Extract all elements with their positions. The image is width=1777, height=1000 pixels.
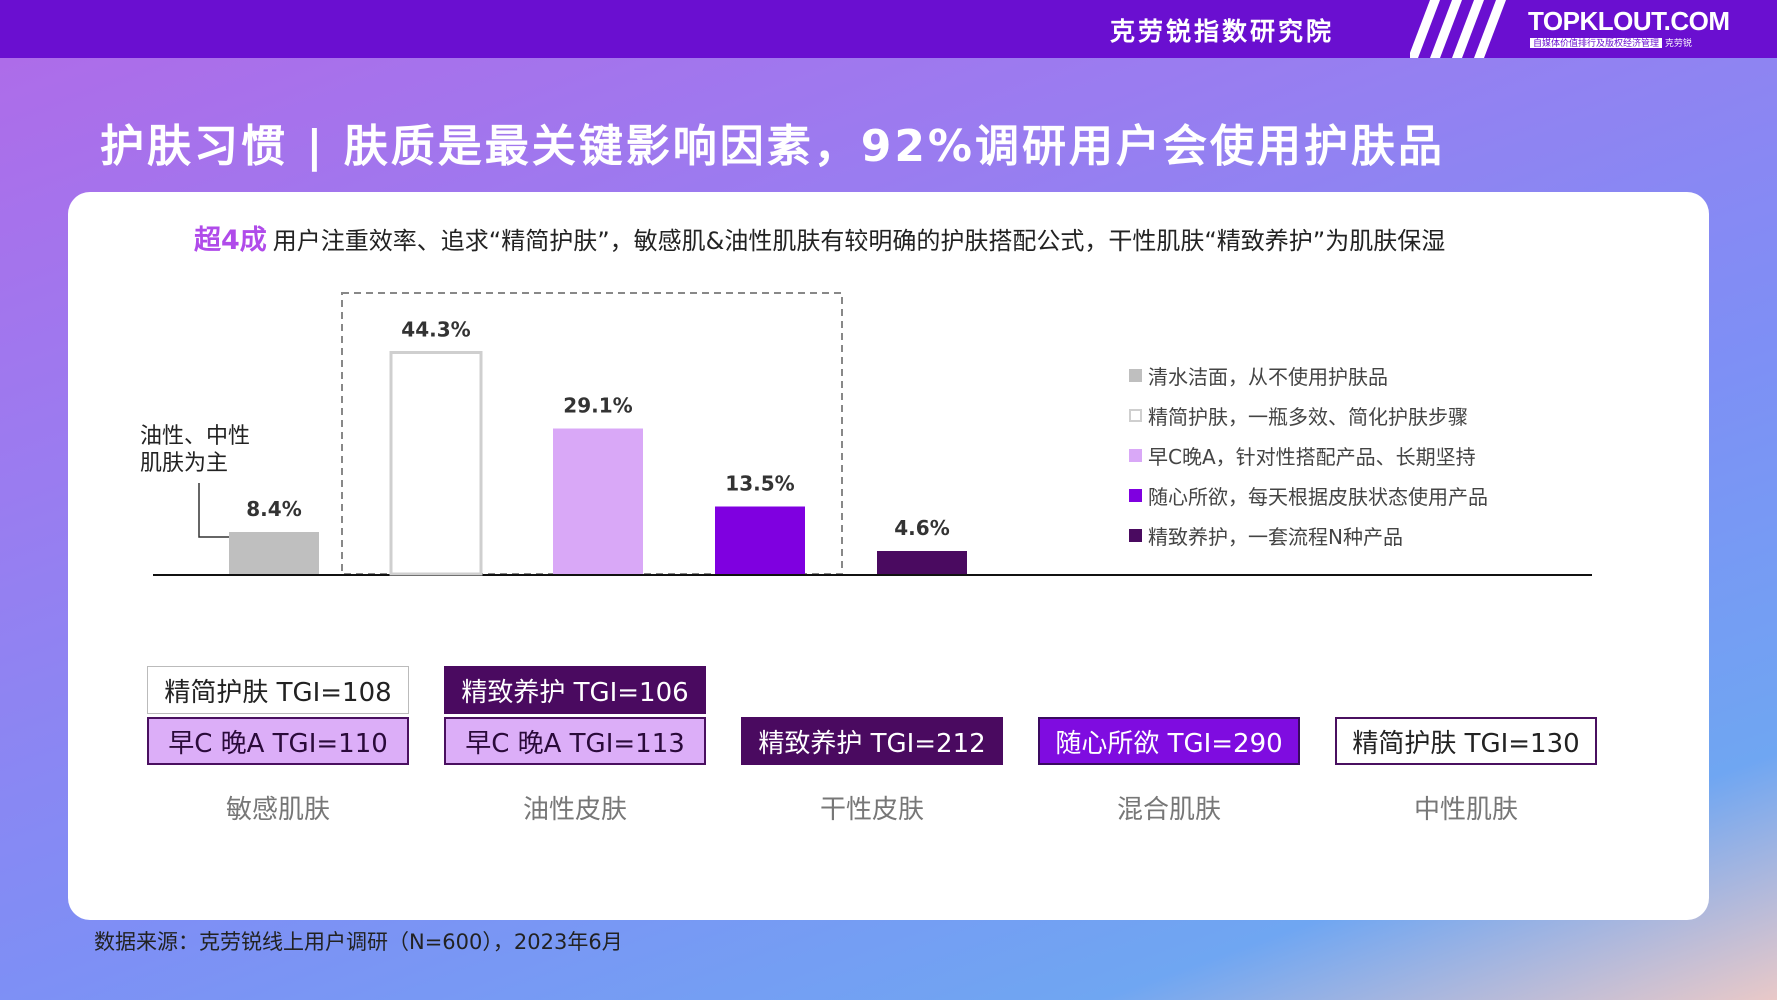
legend-item-1: 清水洁面，从不使用护肤品	[1129, 355, 1488, 395]
bar-4	[715, 506, 805, 574]
bar-value-label-2: 44.3%	[401, 318, 470, 342]
legend-swatch-4	[1129, 488, 1142, 502]
skin-type-label: 油性皮肤	[522, 795, 627, 825]
chart-legend: 清水洁面，从不使用护肤品精简护肤，一瓶多效、简化护肤步骤 早C晚A，针对性搭配产品…	[1129, 355, 1488, 555]
legend-item-4: 随心所欲，每天根据皮肤状态使用产品	[1129, 475, 1488, 515]
legend-label-5: 精致养护，一套流程N种产品	[1148, 524, 1403, 549]
legend-item-2: 精简护肤，一瓶多效、简化护肤步骤	[1129, 395, 1488, 435]
bar-value-label-1: 8.4%	[246, 497, 301, 521]
legend-swatch-2	[1129, 408, 1142, 422]
skin-type-label: 敏感肌肤	[225, 795, 330, 825]
skin-type-label: 混合肌肤	[1116, 795, 1221, 825]
tgi-tag: 精简护肤 TGI=108	[147, 666, 409, 714]
skin-type-label: 干性皮肤	[819, 795, 924, 825]
annotation-line-1: 油性、中性	[140, 424, 250, 449]
tgi-tag: 随心所欲 TGI=290	[1038, 717, 1300, 765]
bar-3	[553, 428, 643, 574]
skin-type-label: 中性肌肤	[1413, 795, 1518, 825]
annotation-line-2: 肌肤为主	[140, 451, 228, 476]
legend-swatch-3	[1129, 448, 1142, 462]
tgi-tag: 精致养护 TGI=106	[444, 666, 706, 714]
legend-label-3: 早C晚A，针对性搭配产品、长期坚持	[1148, 444, 1476, 469]
tgi-tag: 精简护肤 TGI=130	[1335, 717, 1597, 765]
bar-value-label-4: 13.5%	[725, 472, 794, 496]
tgi-tag: 精致养护 TGI=212	[741, 717, 1003, 765]
bar-5	[877, 551, 967, 574]
legend-item-3: 早C晚A，针对性搭配产品、长期坚持	[1129, 435, 1488, 475]
bar-chart: 8.4% 44.3% 29.1% 13.5% 4.6% 油性、中性 肌肤为主	[140, 292, 1592, 576]
legend-label-4: 随心所欲，每天根据皮肤状态使用产品	[1148, 484, 1488, 509]
bar-1	[229, 532, 319, 574]
tgi-tag: 早C 晚A TGI=113	[444, 717, 706, 765]
legend-label-2: 精简护肤，一瓶多效、简化护肤步骤	[1148, 404, 1468, 429]
bar-value-label-5: 4.6%	[894, 516, 949, 540]
legend-swatch-5	[1129, 528, 1142, 542]
legend-label-1: 清水洁面，从不使用护肤品	[1148, 364, 1388, 389]
legend-swatch-1	[1129, 368, 1142, 382]
bar-2	[389, 351, 483, 576]
legend-item-5: 精致养护，一套流程N种产品	[1129, 515, 1488, 555]
tgi-tag: 早C 晚A TGI=110	[147, 717, 409, 765]
bar-value-label-3: 29.1%	[563, 394, 632, 418]
data-source: 数据来源：克劳锐线上用户调研（N=600），2023年6月	[94, 930, 623, 954]
